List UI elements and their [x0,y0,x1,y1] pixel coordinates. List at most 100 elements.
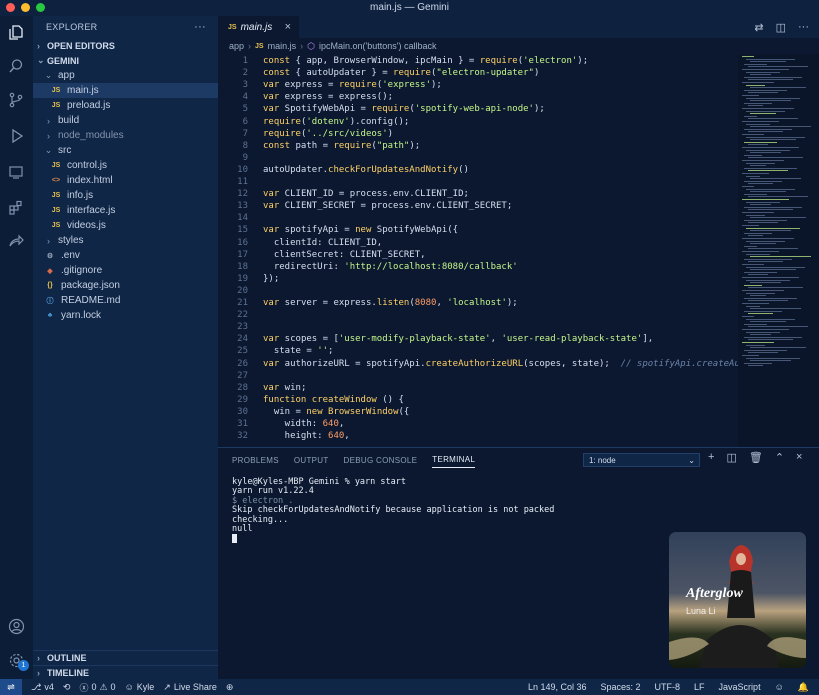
warning-icon: ⚠ [99,681,108,692]
minimap-line [748,105,763,107]
minimap-line [748,79,793,81]
close-window-button[interactable] [6,3,15,12]
file-tree-item[interactable]: JS interface.js [33,203,218,218]
code-line: var scopes = ['user-modify-playback-stat… [263,334,653,344]
maximize-window-button[interactable] [36,3,45,12]
code-line: redirectUri: 'http://localhost:8080/call… [263,262,518,272]
file-tree-item[interactable]: › node_modules [33,128,218,143]
file-tree-item[interactable]: <> index.html [33,173,218,188]
code-token: ); [431,80,442,91]
minimap[interactable] [738,54,819,447]
close-icon[interactable]: × [796,451,802,464]
file-tree-item[interactable]: JS main.js [33,83,218,98]
line-number: 19 [237,273,248,284]
outline-section[interactable]: › OUTLINE [33,650,218,665]
extensions-icon[interactable] [6,198,26,218]
tab-debug-console[interactable]: DEBUG CONSOLE [344,456,418,465]
settings-icon[interactable]: 1 [6,650,29,671]
bell-icon[interactable]: 🔔 [798,682,809,693]
code-token: { autoUpdater } = [290,68,394,79]
minimize-window-button[interactable] [21,3,30,12]
minimap-line [742,134,764,135]
explorer-icon[interactable] [6,22,26,42]
remote-indicator-icon[interactable]: ⇌ [0,679,22,695]
breadcrumb-file[interactable]: main.js [268,41,297,51]
open-changes-icon[interactable]: ⇄ [754,21,763,34]
line-number: 7 [242,128,248,139]
live-share-icon[interactable] [6,232,26,252]
file-tree-item[interactable]: JS info.js [33,188,218,203]
encoding[interactable]: UTF-8 [655,682,681,692]
chevron-up-icon[interactable]: ⌃ [775,451,784,464]
line-number: 25 [237,346,248,357]
end-of-line[interactable]: LF [694,682,705,692]
minimap-line [744,141,777,143]
search-icon[interactable] [6,56,26,76]
tab-problems[interactable]: PROBLEMS [232,456,279,465]
timeline-section[interactable]: › TIMELINE [33,665,218,680]
account-indicator[interactable]: ☺ Kyle [125,682,155,692]
terminal-output[interactable]: kyle@Kyles-MBP Gemini % yarn start yarn r… [232,477,554,545]
file-tree-item[interactable]: ⚙ .env [33,248,218,263]
chevron-right-icon: › [47,130,50,141]
file-tree-item[interactable]: ⓘ README.md [33,293,218,308]
code-line: width: 640, [263,419,345,429]
code-token: SpotifyWebApi = [279,104,372,115]
terminal-select[interactable]: 1: node ⌄ [583,453,700,467]
close-icon[interactable]: × [285,21,291,33]
problems-indicator[interactable]: ⓧ 0 ⚠ 0 [79,681,115,694]
file-tree-item[interactable]: JS control.js [33,158,218,173]
file-tree-item[interactable]: ⌄ src [33,143,218,158]
minimap-line [750,256,811,258]
file-tree-item[interactable]: JS videos.js [33,218,218,233]
live-share-button[interactable]: ↗ Live Share [163,682,217,693]
code-editor[interactable]: 1 const { app, BrowserWindow, ipcMain } =… [218,54,738,447]
code-token: 'localhost' [447,298,507,308]
branch-indicator[interactable]: ⎇ v4 [31,682,54,693]
split-terminal-icon[interactable]: ◫ [726,451,736,464]
run-debug-icon[interactable] [6,126,26,146]
cursor-position[interactable]: Ln 149, Col 36 [528,682,587,692]
js-file-icon: JS [51,102,61,109]
breadcrumb-symbol[interactable]: ipcMain.on('buttons') callback [319,41,437,51]
trash-icon[interactable]: 🗑 [749,451,763,464]
file-tree-item[interactable]: ◆ .gitignore [33,263,218,278]
workspace-root[interactable]: ⌄ GEMINI [33,53,218,68]
terminal-line: null [232,524,253,535]
tab-main-js[interactable]: JS main.js × [218,16,299,38]
code-token: function [263,394,307,405]
more-actions-icon[interactable]: ··· [798,21,809,33]
source-control-icon[interactable] [6,90,26,110]
split-editor-icon[interactable]: ◫ [776,21,786,34]
code-token: require [263,128,301,139]
remote-explorer-icon[interactable] [6,162,26,182]
globe-icon[interactable]: ⊕ [226,682,234,693]
minimap-line [746,84,765,86]
now-playing-widget[interactable]: Afterglow Luna Li [669,532,806,668]
account-icon[interactable] [6,616,26,636]
minimap-line [746,344,765,346]
file-tree-item[interactable]: JS preload.js [33,98,218,113]
sync-icon[interactable]: ⟲ [63,682,71,693]
new-terminal-icon[interactable]: + [708,451,714,464]
minimap-line [746,123,770,125]
line-number: 13 [237,201,248,212]
breadcrumb-folder[interactable]: app [229,41,244,51]
feedback-icon[interactable]: ☺ [775,682,784,692]
indentation[interactable]: Spaces: 2 [601,682,641,692]
minimap-line [742,95,759,96]
chevron-right-icon: › [47,115,50,126]
file-tree-item[interactable]: ⌄ app [33,68,218,83]
open-editors-section[interactable]: › OPEN EDITORS [33,38,218,53]
tab-terminal[interactable]: TERMINAL [432,455,476,468]
language-mode[interactable]: JavaScript [719,682,761,692]
chevron-down-icon: ⌄ [37,55,45,65]
file-tree-item[interactable]: › build [33,113,218,128]
more-actions-icon[interactable]: ··· [194,21,206,33]
file-tree-item[interactable]: ♣ yarn.lock [33,308,218,323]
file-tree-item[interactable]: › styles [33,233,218,248]
tab-output[interactable]: OUTPUT [294,456,329,465]
code-token: require [333,140,372,151]
file-tree-item[interactable]: {} package.json [33,278,218,293]
minimap-line [746,97,800,99]
